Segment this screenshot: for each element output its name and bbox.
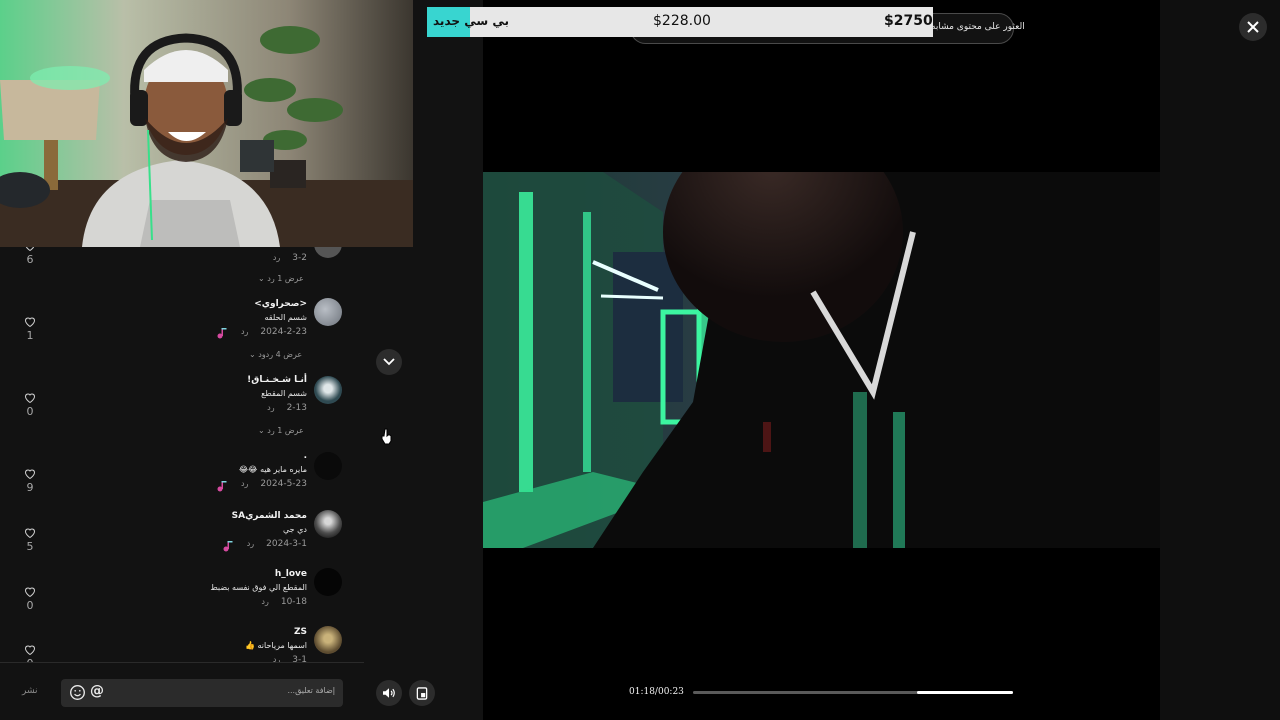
comment-author[interactable]: ZS <box>67 626 307 639</box>
price-banner: بي سي جديد $228.00 $2750 <box>427 7 933 37</box>
price-old: $228.00 <box>653 13 711 29</box>
heart-icon <box>24 393 36 403</box>
volume-icon <box>383 688 395 698</box>
reply-link[interactable]: رد <box>273 655 280 662</box>
comment-content: . مايره ماير هيه 😂😂 2024-5-23 رد <box>67 450 307 492</box>
webcam-scene <box>0 0 413 247</box>
music-note-icon <box>217 481 227 492</box>
comment-input[interactable]: @ إضافة تعليق... <box>61 679 343 707</box>
scroll-down-button[interactable] <box>376 349 402 375</box>
close-button[interactable] <box>1239 13 1267 41</box>
pip-button[interactable] <box>409 680 435 706</box>
like-count: 0 <box>26 599 34 612</box>
avatar[interactable] <box>314 568 342 596</box>
comment-content: ZS اسمها مرياحانه 👍 3-1 رد <box>67 626 307 662</box>
comment-author[interactable]: <صحراوي> <box>67 298 307 311</box>
like-count: 6 <box>26 253 34 266</box>
pip-icon <box>416 686 428 700</box>
post-button[interactable]: نشر <box>22 686 38 696</box>
comment-author[interactable]: h_love <box>67 568 307 581</box>
chevron-down-icon <box>383 358 395 366</box>
price-new: $2750 <box>884 13 933 29</box>
comment-date: 3-1 <box>292 655 307 662</box>
comment-text: شسم المقطع <box>261 389 307 398</box>
comment-content: 3-2 رد <box>67 250 307 266</box>
view-replies-link[interactable]: عرض 1 رد ⌄ <box>258 274 304 283</box>
reply-link[interactable]: رد <box>267 403 274 412</box>
like-button[interactable]: 0 <box>18 392 42 418</box>
comment-date: 2024-3-1 <box>266 539 307 549</box>
avatar[interactable] <box>314 626 342 654</box>
music-note-icon <box>223 541 233 552</box>
like-count: 1 <box>26 329 34 342</box>
close-icon <box>1247 21 1259 33</box>
video-scene <box>483 172 1160 548</box>
at-icon[interactable]: @ <box>90 683 104 699</box>
comment-text: مايره ماير هيه 😂😂 <box>238 465 307 474</box>
comment-text: دي جي <box>283 525 307 534</box>
heart-icon <box>24 528 36 538</box>
reply-link[interactable]: رد <box>261 597 268 606</box>
comment-text: المقطع الي فوق نفسه بضبط <box>210 583 307 592</box>
comment-content: <صحراوي> شسم الحلقه 2024-2-23 رد <box>67 298 307 340</box>
heart-icon <box>24 469 36 479</box>
comment-date: 2024-2-23 <box>260 327 307 337</box>
webcam-overlay <box>0 0 413 247</box>
comment-author[interactable]: أنـا شـخـنـاق! <box>67 374 307 387</box>
like-button[interactable]: 9 <box>18 468 42 494</box>
like-count: 5 <box>26 540 34 553</box>
video-frame[interactable] <box>483 172 1160 548</box>
comment-author[interactable]: محمد الشمريSA <box>67 510 307 523</box>
stage-gutter <box>413 0 483 247</box>
comment-date: 2024-5-23 <box>260 479 307 489</box>
avatar[interactable] <box>314 510 342 538</box>
music-note-icon <box>217 328 227 339</box>
comment-text: اسمها مرياحانه 👍 <box>245 641 307 650</box>
price-banner-brand: بي سي جديد <box>433 14 509 28</box>
like-button[interactable]: 0 <box>18 644 42 662</box>
hand-cursor-icon <box>381 428 392 445</box>
comment-composer: نشر @ إضافة تعليق... <box>0 662 364 720</box>
comment-content: محمد الشمريSA دي جي 2024-3-1 رد <box>67 510 307 552</box>
like-count: 9 <box>26 481 34 494</box>
comment-author[interactable]: . <box>67 450 307 463</box>
emoji-icon[interactable] <box>69 684 86 701</box>
heart-icon <box>24 587 36 597</box>
heart-icon <box>24 317 36 327</box>
comment-date: 2-13 <box>286 403 307 413</box>
comment-date: 3-2 <box>292 253 307 263</box>
like-button[interactable]: 0 <box>18 586 42 612</box>
stage-right <box>1160 0 1280 720</box>
avatar[interactable] <box>314 376 342 404</box>
like-button[interactable]: 5 <box>18 527 42 553</box>
volume-button[interactable] <box>376 680 402 706</box>
view-replies-link[interactable]: عرض 4 ردود ⌄ <box>249 350 302 359</box>
comment-content: أنـا شـخـنـاق! شسم المقطع 2-13 رد <box>67 374 307 416</box>
comment-text: شسم الحلقه <box>264 313 307 322</box>
view-replies-link[interactable]: عرض 1 رد ⌄ <box>258 426 304 435</box>
reply-link[interactable]: رد <box>241 479 248 488</box>
avatar[interactable] <box>314 452 342 480</box>
find-similar-label: العثور على محتوى مشابه <box>931 22 1025 32</box>
reply-link[interactable]: رد <box>247 539 254 548</box>
like-count: 0 <box>26 405 34 418</box>
comment-content: h_love المقطع الي فوق نفسه بضبط 10-18 رد <box>67 568 307 610</box>
comment-placeholder: إضافة تعليق... <box>287 686 335 695</box>
progress-fill <box>917 691 1013 694</box>
comment-date: 10-18 <box>280 597 307 607</box>
reply-link[interactable]: رد <box>273 253 280 262</box>
avatar[interactable] <box>314 298 342 326</box>
like-button[interactable]: 1 <box>18 316 42 342</box>
stage-gutter <box>413 247 483 720</box>
heart-icon <box>24 645 36 655</box>
progress-bar[interactable] <box>693 691 1013 694</box>
playback-time: 01:18/00:23 <box>629 687 684 697</box>
comment-list[interactable]: 6 3-2 رد عرض 1 رد ⌄ 1 <صحراوي> شسم الحلقه… <box>0 236 364 662</box>
reply-link[interactable]: رد <box>241 327 248 336</box>
